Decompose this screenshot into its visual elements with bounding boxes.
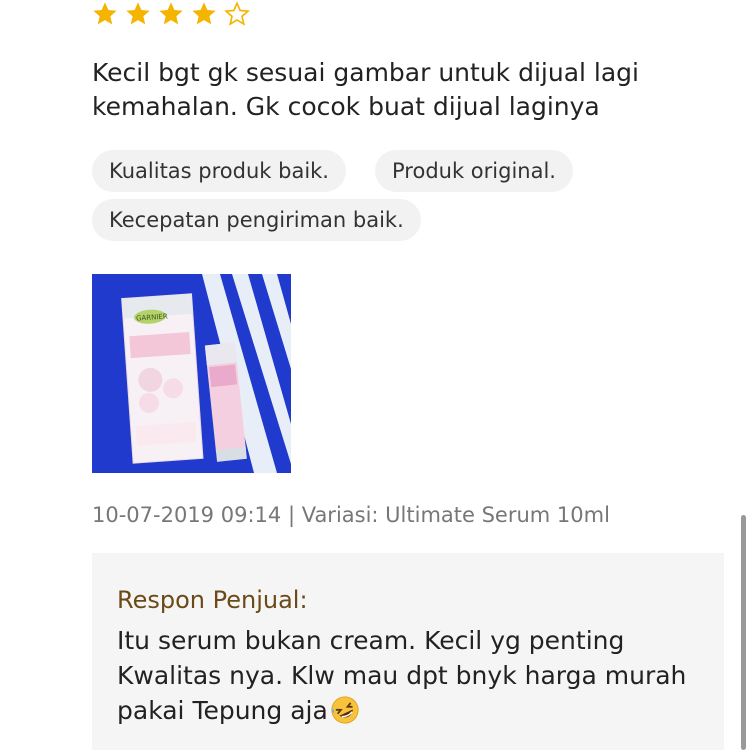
- rolling-laughing-emoji-icon: [331, 696, 359, 724]
- meta-separator: |: [287, 503, 296, 527]
- review-text: Kecil bgt gk sesuai gambar untuk dijual …: [92, 58, 639, 121]
- review-variation: Variasi: Ultimate Serum 10ml: [301, 503, 610, 527]
- tag-kualitas: Kualitas produk baik.: [92, 150, 346, 192]
- review-timestamp: 10-07-2019 09:14: [92, 503, 282, 527]
- seller-response-text-block: Itu serum bukan cream. Kecil yg penting …: [117, 623, 717, 728]
- review-photo[interactable]: GARNIER: [92, 274, 291, 473]
- seller-response: Respon Penjual: Itu serum bukan cream. K…: [92, 553, 724, 750]
- star-rating: [90, 0, 252, 28]
- product-photo-image: GARNIER: [92, 274, 291, 473]
- scrollbar[interactable]: [741, 515, 746, 750]
- star-empty-icon: [224, 1, 250, 26]
- review-meta: 10-07-2019 09:14 | Variasi: Ultimate Ser…: [92, 503, 610, 527]
- tag-pengiriman: Kecepatan pengiriman baik.: [92, 199, 421, 241]
- star-filled-icon: [93, 2, 117, 25]
- seller-response-title: Respon Penjual:: [117, 586, 308, 614]
- star-filled-icon: [192, 2, 216, 25]
- star-filled-icon: [159, 2, 183, 25]
- tag-original: Produk original.: [375, 150, 573, 192]
- star-filled-icon: [126, 2, 150, 25]
- seller-response-text: Itu serum bukan cream. Kecil yg penting …: [117, 626, 687, 725]
